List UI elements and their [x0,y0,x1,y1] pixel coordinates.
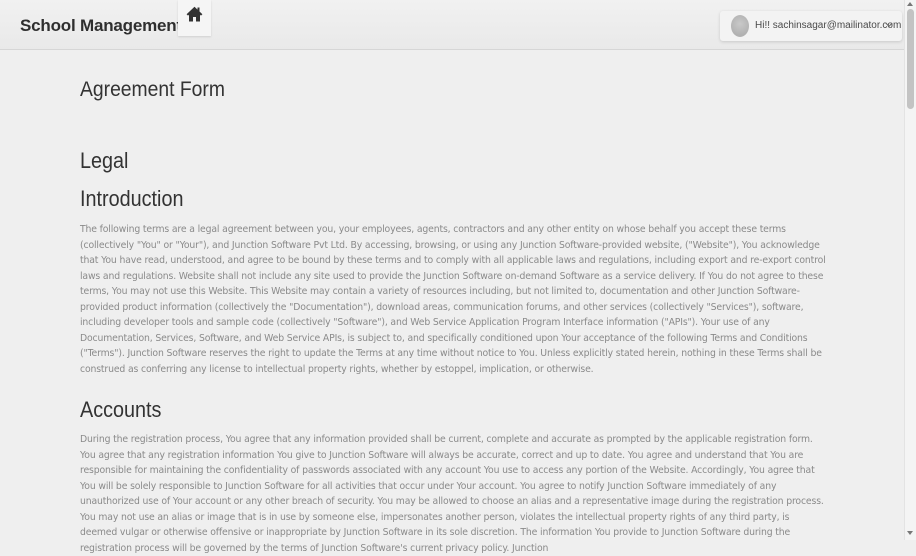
accounts-text: During the registration process, You agr… [80,434,824,554]
user-menu-dropdown[interactable]: Hi!! sachinsagar@mailinator.com [720,11,902,41]
accounts-heading: Accounts [80,397,162,422]
top-navbar: School Management Hi!! sachinsagar@maili… [0,0,904,50]
introduction-text: The following terms are a legal agreemen… [80,224,826,375]
scrollbar-thumb[interactable] [907,9,914,109]
introduction-heading: Introduction [80,186,184,211]
home-icon [186,6,203,22]
page-title: Agreement Form [80,78,225,101]
avatar [731,15,749,37]
brand-title[interactable]: School Management [20,16,182,36]
home-button[interactable] [178,0,211,36]
user-greeting: Hi!! sachinsagar@mailinator.com [755,20,902,31]
scroll-down-arrow-icon[interactable] [907,531,913,535]
vertical-scrollbar[interactable] [904,0,916,540]
legal-heading: Legal [80,148,129,173]
scroll-up-arrow-icon[interactable] [907,2,913,6]
chevron-down-icon [885,22,893,28]
